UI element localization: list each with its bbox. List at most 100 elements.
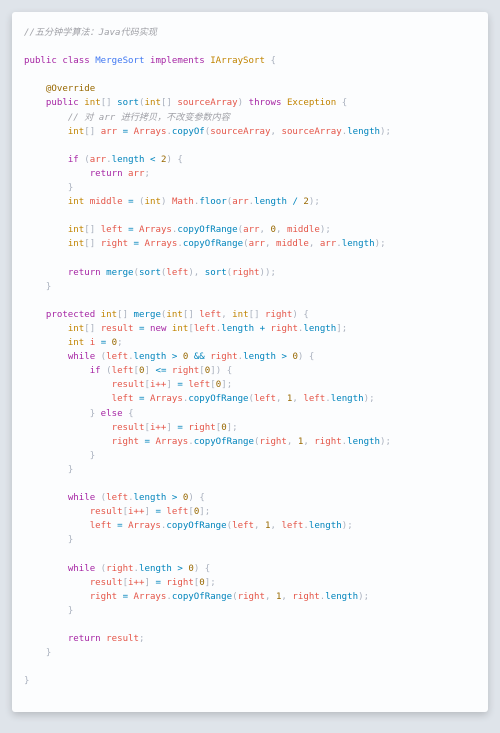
semi: ; bbox=[386, 127, 391, 137]
paren: ) bbox=[161, 197, 166, 207]
type-int: int bbox=[68, 338, 84, 348]
type-int: int bbox=[68, 324, 84, 334]
var-arr: arr bbox=[101, 127, 117, 137]
comma: , bbox=[221, 310, 226, 320]
comma: , bbox=[270, 521, 275, 531]
param-sourceArray: sourceArray bbox=[177, 98, 237, 108]
brace: } bbox=[68, 606, 73, 616]
var-left: left bbox=[106, 493, 128, 503]
comma: , bbox=[260, 225, 265, 235]
var-left: left bbox=[254, 394, 276, 404]
bracket: ] bbox=[144, 507, 149, 517]
brace: { bbox=[303, 310, 308, 320]
brace: } bbox=[68, 535, 73, 545]
var-right: right bbox=[166, 578, 193, 588]
method-sort: sort bbox=[139, 268, 161, 278]
method-sort: sort bbox=[205, 268, 227, 278]
type-int: int bbox=[68, 197, 84, 207]
class-arrays: Arrays bbox=[150, 394, 183, 404]
brackets: [] bbox=[101, 98, 112, 108]
var-result: result bbox=[90, 507, 123, 517]
bracket: ] bbox=[145, 366, 150, 376]
op-gt: > bbox=[281, 352, 286, 362]
var-ipp: i++ bbox=[128, 578, 144, 588]
brace: } bbox=[46, 282, 51, 292]
var-left: left bbox=[90, 521, 112, 531]
comma: , bbox=[303, 437, 308, 447]
method-copyofrange: copyOfRange bbox=[194, 437, 254, 447]
op-eq: = bbox=[128, 225, 133, 235]
num-0: 0 bbox=[183, 352, 188, 362]
prop-length: length bbox=[134, 352, 167, 362]
var-result: result bbox=[112, 380, 145, 390]
bracket: ] bbox=[144, 578, 149, 588]
brace: } bbox=[46, 648, 51, 658]
var-right: right bbox=[292, 592, 319, 602]
bracket: ] bbox=[166, 423, 171, 433]
method-merge: merge bbox=[134, 310, 161, 320]
paren: ) bbox=[194, 564, 199, 574]
semi: ; bbox=[210, 578, 215, 588]
semi: ; bbox=[205, 507, 210, 517]
comma: , bbox=[254, 521, 259, 531]
brackets: [] bbox=[183, 310, 194, 320]
brackets: [] bbox=[161, 98, 172, 108]
code-card: //五分钟学算法：Java代码实现 public class MergeSort… bbox=[12, 12, 488, 712]
brace: { bbox=[227, 366, 232, 376]
brace: { bbox=[342, 98, 347, 108]
kw-if: if bbox=[90, 366, 101, 376]
semi: ; bbox=[380, 239, 385, 249]
prop-length: length bbox=[347, 437, 380, 447]
op-eq: = bbox=[139, 394, 144, 404]
kw-return: return bbox=[68, 634, 101, 644]
var-left: left bbox=[112, 366, 134, 376]
method-copyofrange: copyOfRange bbox=[172, 592, 232, 602]
comma: , bbox=[281, 592, 286, 602]
class-arrays: Arrays bbox=[134, 127, 167, 137]
kw-class: class bbox=[62, 56, 89, 66]
header-comment: //五分钟学算法：Java代码实现 bbox=[24, 28, 157, 38]
type-int: int bbox=[232, 310, 248, 320]
var-right: right bbox=[210, 352, 237, 362]
op-eq: = bbox=[144, 437, 149, 447]
kw-public: public bbox=[24, 56, 57, 66]
semi: ; bbox=[386, 437, 391, 447]
paren: ) bbox=[188, 493, 193, 503]
var-ipp: i++ bbox=[150, 380, 166, 390]
semi: ; bbox=[144, 169, 149, 179]
paren: ) bbox=[298, 352, 303, 362]
page-root: //五分钟学算法：Java代码实现 public class MergeSort… bbox=[0, 0, 500, 733]
class-arrays: Arrays bbox=[134, 592, 167, 602]
kw-protected: protected bbox=[46, 310, 95, 320]
var-result: result bbox=[101, 324, 134, 334]
comma: , bbox=[271, 127, 276, 137]
brace: } bbox=[68, 183, 73, 193]
op-lteq: <= bbox=[155, 366, 166, 376]
var-left: left bbox=[188, 380, 210, 390]
type-int: int bbox=[84, 98, 100, 108]
semi: ; bbox=[271, 268, 276, 278]
var-sourceArray: sourceArray bbox=[210, 127, 270, 137]
semi: ; bbox=[369, 394, 374, 404]
comma: , bbox=[194, 268, 199, 278]
comma: , bbox=[276, 225, 281, 235]
semi: ; bbox=[139, 634, 144, 644]
prop-length: length bbox=[221, 324, 254, 334]
prop-length: length bbox=[139, 564, 172, 574]
brackets: [] bbox=[84, 127, 95, 137]
comment-copy: // 对 arr 进行拷贝，不改变参数内容 bbox=[68, 113, 230, 123]
op-and: && bbox=[194, 352, 205, 362]
var-right: right bbox=[172, 366, 199, 376]
op-gt: > bbox=[172, 352, 177, 362]
var-left: left bbox=[166, 268, 188, 278]
kw-return: return bbox=[90, 169, 123, 179]
var-left: left bbox=[281, 521, 303, 531]
var-left: left bbox=[303, 394, 325, 404]
type-int: int bbox=[101, 310, 117, 320]
op-eq: = bbox=[128, 197, 133, 207]
var-result: result bbox=[90, 578, 123, 588]
var-right: right bbox=[238, 592, 265, 602]
var-left: left bbox=[232, 521, 254, 531]
class-arrays: Arrays bbox=[139, 225, 172, 235]
op-gt: > bbox=[172, 493, 177, 503]
